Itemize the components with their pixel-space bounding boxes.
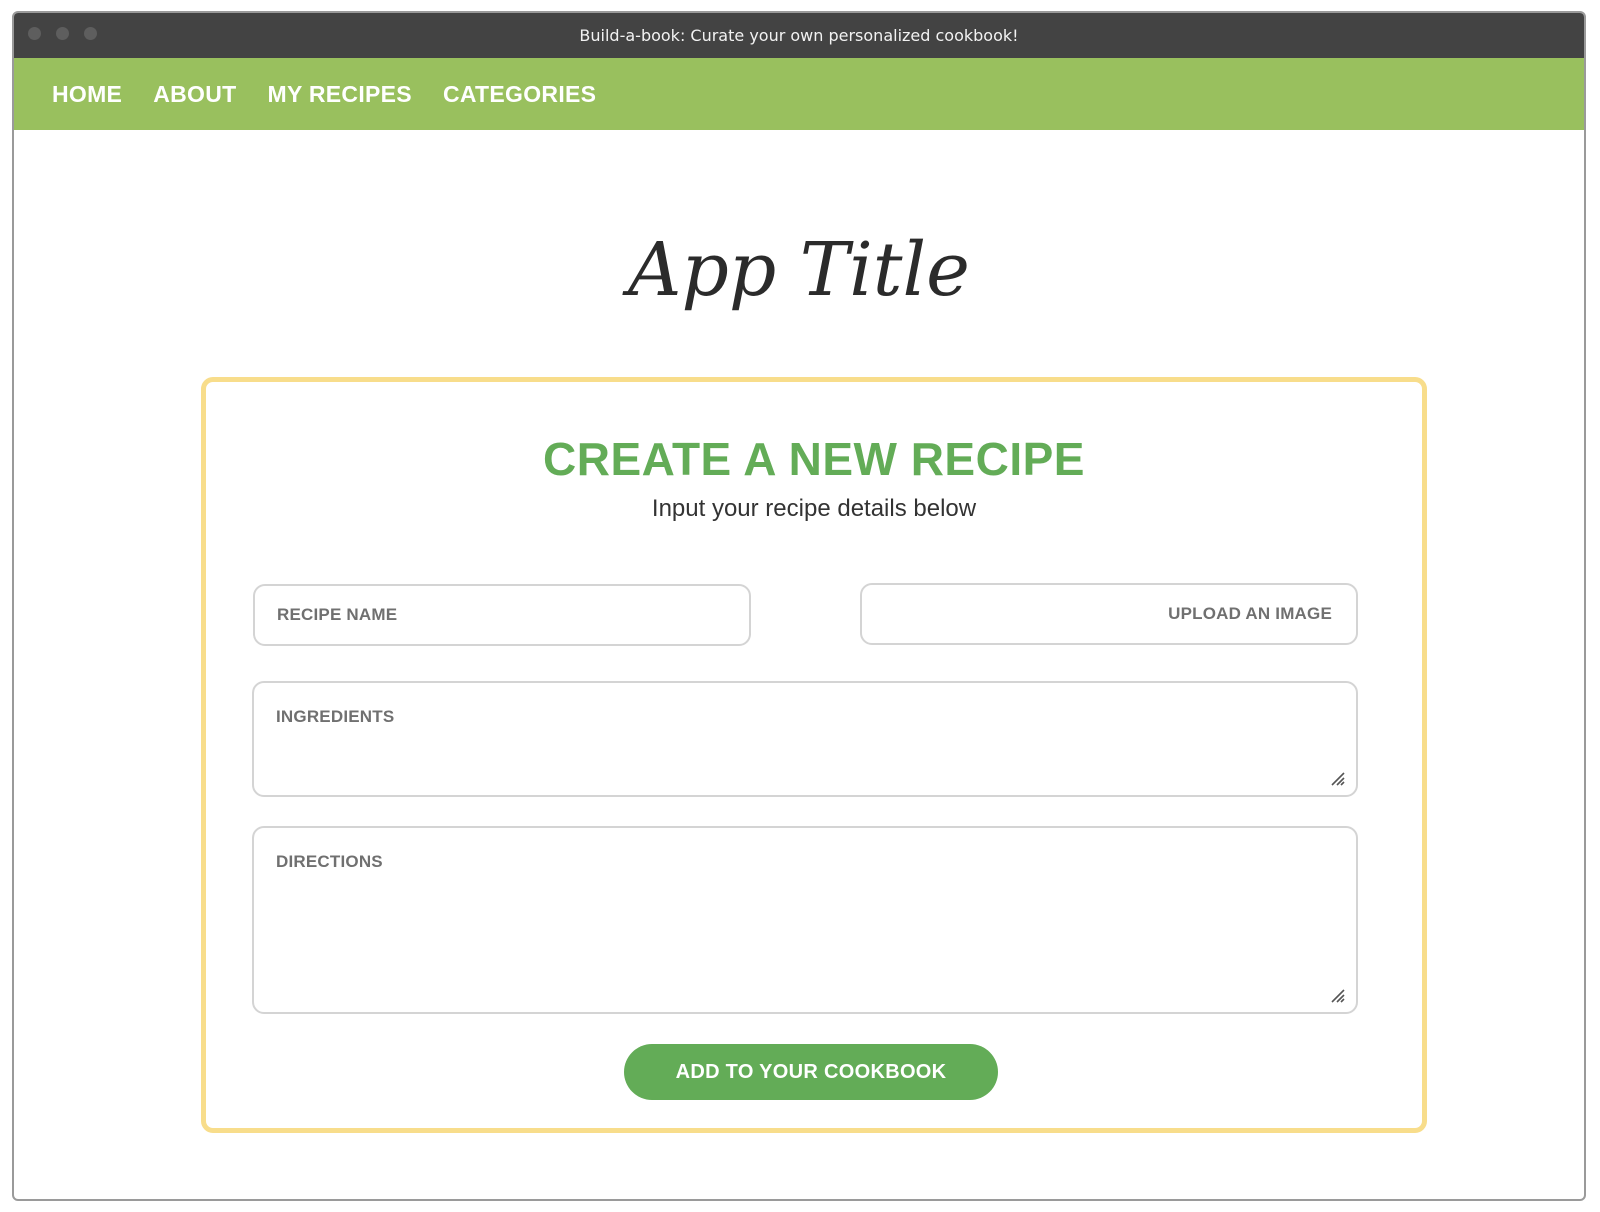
- recipe-name-input[interactable]: RECIPE NAME: [253, 584, 751, 646]
- app-window: Build-a-book: Curate your own personaliz…: [12, 11, 1586, 1201]
- resize-handle-icon[interactable]: [1330, 771, 1346, 787]
- upload-image-input[interactable]: UPLOAD AN IMAGE: [860, 583, 1358, 645]
- resize-handle-icon[interactable]: [1330, 988, 1346, 1004]
- new-recipe-card: CREATE A NEW RECIPE Input your recipe de…: [201, 377, 1427, 1133]
- form-heading: CREATE A NEW RECIPE: [543, 433, 1085, 485]
- window-titlebar: Build-a-book: Curate your own personaliz…: [14, 13, 1584, 58]
- directions-textarea[interactable]: DIRECTIONS: [252, 826, 1358, 1014]
- nav-item-home[interactable]: HOME: [52, 81, 122, 108]
- window-title: Build-a-book: Curate your own personaliz…: [579, 26, 1019, 45]
- nav-item-my-recipes[interactable]: MY RECIPES: [267, 81, 411, 108]
- upload-image-label: UPLOAD AN IMAGE: [1168, 604, 1332, 623]
- top-navbar: HOME ABOUT MY RECIPES CATEGORIES: [14, 58, 1584, 130]
- ingredients-textarea[interactable]: INGREDIENTS: [252, 681, 1358, 797]
- ingredients-placeholder: INGREDIENTS: [276, 707, 395, 726]
- add-to-cookbook-button[interactable]: ADD TO YOUR COOKBOOK: [624, 1044, 998, 1100]
- nav-item-categories[interactable]: CATEGORIES: [443, 81, 596, 108]
- recipe-name-placeholder: RECIPE NAME: [277, 605, 398, 624]
- app-title: App Title: [628, 227, 970, 313]
- directions-placeholder: DIRECTIONS: [276, 852, 383, 871]
- form-subheading: Input your recipe details below: [651, 495, 977, 522]
- nav-item-about[interactable]: ABOUT: [153, 81, 236, 108]
